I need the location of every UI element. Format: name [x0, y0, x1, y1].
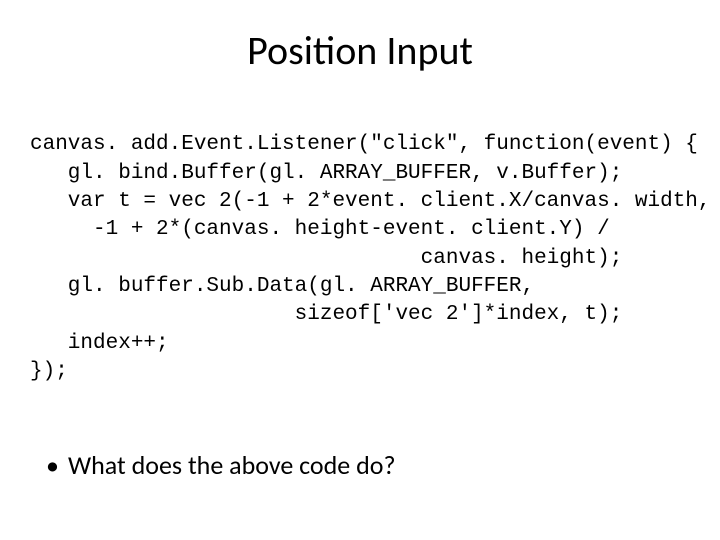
- bullet-item: • What does the above code do?: [46, 449, 684, 483]
- code-block: canvas. add.Event.Listener("click", func…: [30, 103, 684, 415]
- code-line-8: index++;: [30, 332, 169, 355]
- code-line-4: -1 + 2*(canvas. height-event. client.Y) …: [30, 218, 610, 241]
- code-line-9: });: [30, 360, 68, 383]
- code-line-1: canvas. add.Event.Listener("click", func…: [30, 133, 698, 156]
- bullet-list: • What does the above code do?: [36, 449, 684, 483]
- bullet-text: What does the above code do?: [68, 449, 396, 483]
- code-line-3: var t = vec 2(-1 + 2*event. client.X/can…: [30, 190, 711, 213]
- code-line-6: gl. buffer.Sub.Data(gl. ARRAY_BUFFER,: [30, 275, 534, 298]
- bullet-mark: •: [46, 449, 68, 483]
- code-line-2: gl. bind.Buffer(gl. ARRAY_BUFFER, v.Buff…: [30, 162, 622, 185]
- slide-title: Position Input: [36, 26, 684, 75]
- code-line-7: sizeof['vec 2']*index, t);: [30, 303, 622, 326]
- slide: Position Input canvas. add.Event.Listene…: [0, 0, 720, 540]
- code-line-5: canvas. height);: [30, 247, 622, 270]
